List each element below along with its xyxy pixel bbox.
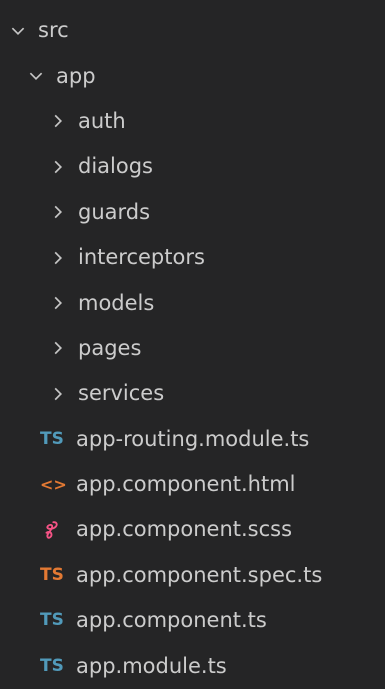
tree-file-app-component-html[interactable]: <> app.component.html <box>0 462 385 507</box>
tree-folder-src[interactable]: src <box>0 8 385 53</box>
tree-folder-label: app <box>56 63 96 88</box>
file-explorer-tree: src app auth dialogs guards interceptors <box>0 0 385 683</box>
tree-file-app-module-ts[interactable]: TS app.module.ts <box>0 643 385 688</box>
sass-icon <box>40 519 70 541</box>
tree-folder-label: src <box>38 18 69 43</box>
chevron-right-icon <box>46 200 70 224</box>
chevron-right-icon <box>46 155 70 179</box>
typescript-icon: TS <box>40 655 64 676</box>
chevron-right-icon <box>46 336 70 360</box>
tree-file-label: app.component.scss <box>76 517 293 542</box>
tree-file-label: app.component.ts <box>76 608 267 633</box>
chevron-right-icon <box>46 246 70 270</box>
tree-folder-label: services <box>78 381 165 406</box>
tree-file-label: app.module.ts <box>76 653 227 678</box>
tree-folder-label: auth <box>78 108 126 133</box>
tree-folder-services[interactable]: services <box>0 371 385 416</box>
tree-folder-app[interactable]: app <box>0 53 385 98</box>
tree-file-app-routing-module-ts[interactable]: TS app-routing.module.ts <box>0 417 385 462</box>
tree-folder-interceptors[interactable]: interceptors <box>0 235 385 280</box>
chevron-right-icon <box>46 291 70 315</box>
chevron-down-icon <box>6 19 30 43</box>
tree-file-label: app.component.spec.ts <box>76 562 323 587</box>
tree-file-app-component-spec-ts[interactable]: TS app.component.spec.ts <box>0 553 385 598</box>
tree-file-app-component-ts[interactable]: TS app.component.ts <box>0 598 385 643</box>
tree-folder-dialogs[interactable]: dialogs <box>0 144 385 189</box>
typescript-icon: TS <box>40 428 64 449</box>
tree-file-label: app-routing.module.ts <box>76 426 310 451</box>
tree-folder-auth[interactable]: auth <box>0 99 385 144</box>
typescript-spec-icon: TS <box>40 564 64 585</box>
chevron-right-icon <box>46 382 70 406</box>
tree-folder-models[interactable]: models <box>0 280 385 325</box>
tree-folder-label: dialogs <box>78 154 153 179</box>
typescript-icon: TS <box>40 610 64 631</box>
tree-file-app-component-scss[interactable]: app.component.scss <box>0 507 385 552</box>
html-icon: <> <box>40 474 67 494</box>
tree-folder-label: models <box>78 290 155 315</box>
tree-folder-pages[interactable]: pages <box>0 326 385 371</box>
tree-folder-label: interceptors <box>78 245 205 270</box>
tree-folder-label: guards <box>78 199 151 224</box>
chevron-down-icon <box>24 64 48 88</box>
tree-file-label: app.component.html <box>76 472 296 497</box>
tree-folder-guards[interactable]: guards <box>0 190 385 235</box>
chevron-right-icon <box>46 109 70 133</box>
tree-folder-label: pages <box>78 335 142 360</box>
